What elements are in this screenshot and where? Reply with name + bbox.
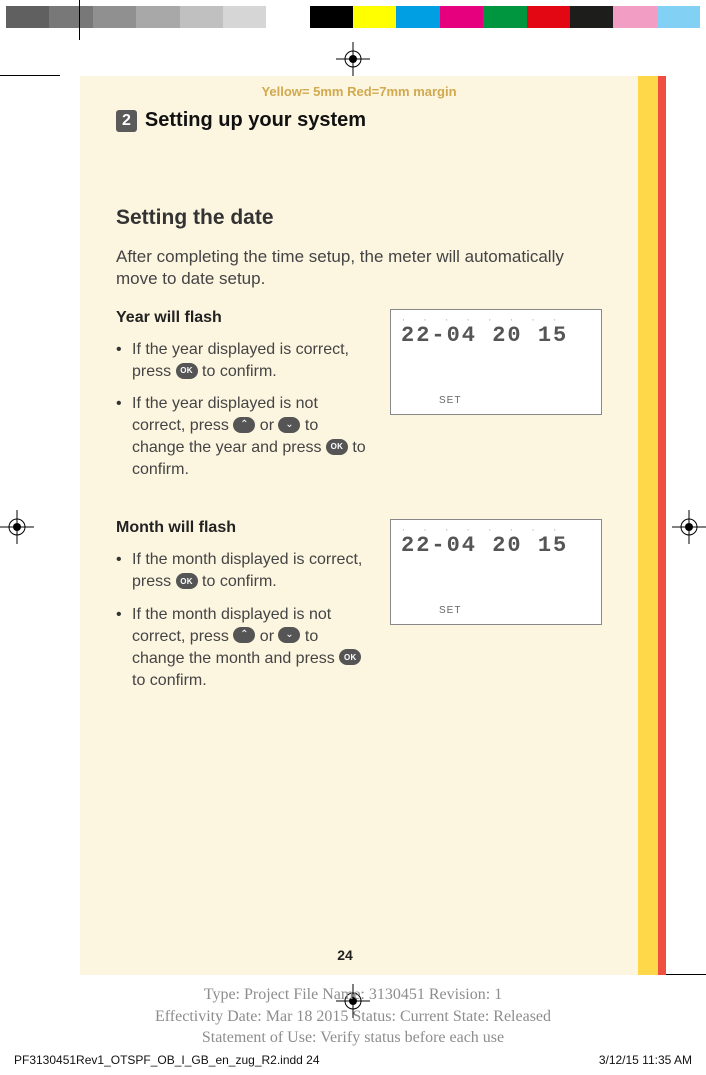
margin-note: Yellow= 5mm Red=7mm margin <box>80 76 638 99</box>
color-swatch <box>266 6 309 28</box>
registration-mark-icon <box>336 42 370 76</box>
color-swatch <box>136 6 179 28</box>
down-arrow-icon: ⌄ <box>278 627 300 643</box>
color-swatch <box>657 6 700 28</box>
color-swatch <box>527 6 570 28</box>
color-swatch <box>353 6 396 28</box>
page-body: Yellow= 5mm Red=7mm margin 2 Setting up … <box>80 76 666 975</box>
meta-line: Statement of Use: Verify status before e… <box>60 1027 646 1049</box>
registration-mark-icon <box>0 510 34 544</box>
lcd-value: 22-04 20 15 <box>401 533 591 558</box>
intro-text: After completing the time setup, the met… <box>116 246 602 291</box>
color-swatch <box>570 6 613 28</box>
meta-line: Type: Project File Name: 3130451 Revisio… <box>60 984 646 1006</box>
ok-button-icon: OK <box>326 439 348 455</box>
crop-mark <box>79 0 80 40</box>
instruction-item: If the month displayed is not correct, p… <box>116 604 372 692</box>
file-slug: PF3130451Rev1_OTSPF_OB_I_GB_en_zug_R2.in… <box>14 1053 320 1067</box>
lcd-display: · · · · · · · ·22-04 20 15SET <box>390 309 602 415</box>
ok-button-icon: OK <box>176 573 198 589</box>
color-swatch <box>180 6 223 28</box>
color-swatch <box>440 6 483 28</box>
block-heading: Month will flash <box>116 519 372 537</box>
instruction-item: If the year displayed is correct, press … <box>116 339 372 383</box>
page-number: 24 <box>80 947 610 963</box>
color-swatch <box>223 6 266 28</box>
lcd-value: 22-04 20 15 <box>401 323 591 348</box>
footer-metadata: Type: Project File Name: 3130451 Revisio… <box>60 984 646 1049</box>
instruction-block: Year will flash If the year displayed is … <box>116 309 602 491</box>
meta-line: Effectivity Date: Mar 18 2015 Status: Cu… <box>60 1006 646 1028</box>
down-arrow-icon: ⌄ <box>278 417 300 433</box>
red-margin <box>658 76 666 975</box>
lcd-set-label: SET <box>439 605 461 616</box>
block-heading: Year will flash <box>116 309 372 327</box>
up-arrow-icon: ⌃ <box>233 417 255 433</box>
color-swatch <box>93 6 136 28</box>
crop-mark <box>0 75 60 76</box>
up-arrow-icon: ⌃ <box>233 627 255 643</box>
registration-mark-icon <box>672 510 706 544</box>
ok-button-icon: OK <box>176 363 198 379</box>
color-swatch <box>310 6 353 28</box>
color-swatch <box>396 6 439 28</box>
instruction-block: Month will flash If the month displayed i… <box>116 519 602 701</box>
section-title: Setting the date <box>116 206 638 230</box>
instruction-item: If the month displayed is correct, press… <box>116 549 372 593</box>
color-swatch <box>49 6 92 28</box>
lcd-set-label: SET <box>439 395 461 406</box>
color-swatch <box>6 6 49 28</box>
instruction-item: If the year displayed is not correct, pr… <box>116 393 372 481</box>
color-swatch <box>613 6 656 28</box>
lcd-display: · · · · · · · ·22-04 20 15SET <box>390 519 602 625</box>
chapter-title: Setting up your system <box>145 109 366 132</box>
ok-button-icon: OK <box>339 649 361 665</box>
printer-colorbar <box>6 6 700 28</box>
chapter-number: 2 <box>116 110 137 132</box>
color-swatch <box>483 6 526 28</box>
crop-mark <box>666 974 706 975</box>
timestamp: 3/12/15 11:35 AM <box>599 1053 692 1067</box>
chapter-heading: 2 Setting up your system <box>116 109 602 132</box>
yellow-margin <box>638 76 658 975</box>
